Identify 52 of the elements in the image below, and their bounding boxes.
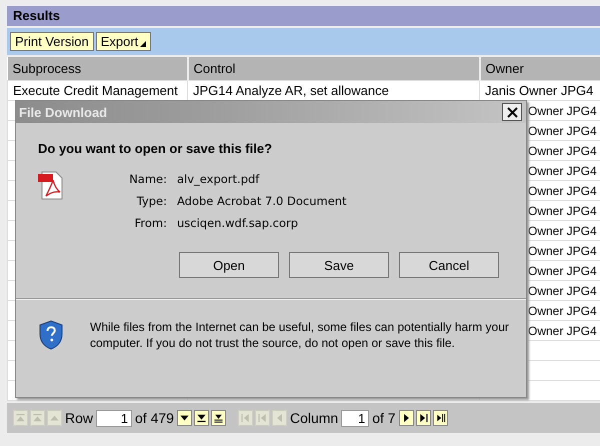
nav-button[interactable] [194, 410, 209, 426]
shield-question-icon [38, 320, 64, 350]
field-label: Name: [128, 172, 167, 188]
table-cell: Owner JPG4 [528, 164, 597, 178]
field-label: Type: [136, 194, 167, 210]
field-value: Adobe Acrobat 7.0 Document [177, 194, 347, 210]
table-cell: Owner JPG4 [528, 144, 597, 158]
table-cell: Owner JPG4 [528, 224, 597, 238]
arrow-icon [256, 411, 269, 425]
dialog-button[interactable]: Cancel [399, 252, 499, 278]
column-header[interactable]: Subprocess [8, 57, 188, 80]
pager-label: Row [65, 410, 94, 426]
table-cell: Owner JPG4 [528, 284, 597, 298]
security-warning-text: While files from the Internet can be useful, some files can potentially harm your computer. If you do not trust the source, do not open or save this file. [90, 319, 510, 351]
pager-total: of 7 [372, 410, 396, 426]
close-icon [506, 106, 518, 118]
close-button[interactable] [502, 103, 522, 121]
table-cell: Owner JPG4 [528, 324, 597, 338]
pdf-file-icon [38, 170, 64, 200]
dialog-title: File Download [19, 104, 108, 120]
dialog-button[interactable]: Save [289, 252, 389, 278]
nav-button[interactable] [210, 410, 226, 426]
pager-total: of 479 [135, 410, 174, 426]
nav-button[interactable] [398, 410, 414, 426]
table-cell: JPG14 Analyze AR, set allowance [193, 83, 389, 98]
panel-title: Results [7, 6, 600, 26]
dialog-button[interactable]: Open [179, 252, 279, 278]
table-cell: Owner JPG4 [528, 264, 597, 278]
nav-button[interactable] [176, 410, 192, 426]
pager-label: Column [290, 410, 338, 426]
caret-icon [140, 41, 146, 47]
print-version-button[interactable]: Print Version [10, 32, 94, 51]
table-cell: Owner JPG4 [528, 244, 597, 258]
export-menu-button[interactable]: Export [96, 32, 152, 51]
field-label: From: [134, 216, 167, 232]
field-value: usciqen.wdf.sap.corp [177, 216, 298, 232]
table-cell: Execute Credit Management [13, 83, 178, 98]
nav-button[interactable] [416, 410, 431, 426]
arrow-icon [238, 411, 252, 425]
table-cell: Owner JPG4 [528, 124, 597, 138]
page-input[interactable]: 1 [341, 410, 370, 426]
table-cell: Owner JPG4 [528, 304, 597, 318]
table-cell: Owner JPG4 [528, 184, 597, 198]
table-cell: Owner JPG4 [528, 104, 597, 118]
table-cell: Janis Owner JPG4 [485, 83, 594, 98]
column-header[interactable]: Owner [480, 57, 600, 80]
dialog-question: Do you want to open or save this file? [38, 141, 274, 156]
page-input[interactable]: 1 [96, 410, 132, 426]
nav-button[interactable] [432, 410, 448, 426]
field-value: alv_export.pdf [177, 172, 260, 188]
table-cell: Owner JPG4 [528, 204, 597, 218]
column-header[interactable]: Control [188, 57, 480, 80]
